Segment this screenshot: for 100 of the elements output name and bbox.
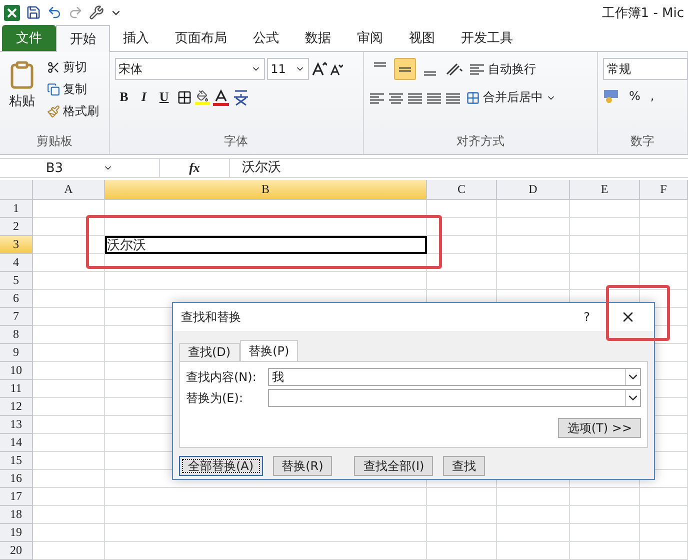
align-right-icon[interactable] [406, 90, 423, 104]
row-header[interactable]: 11 [0, 380, 33, 398]
table-cell [33, 524, 105, 542]
row-header[interactable]: 13 [0, 416, 33, 434]
row-header[interactable]: 20 [0, 542, 33, 560]
vertical-align-button[interactable] [394, 58, 416, 80]
column-header[interactable]: F [640, 180, 688, 200]
undo-icon[interactable] [47, 5, 62, 20]
row-header[interactable]: 12 [0, 398, 33, 416]
row-header[interactable]: 3 [0, 236, 33, 254]
ribbon-tab[interactable]: 插入 [110, 25, 162, 51]
row-header[interactable]: 5 [0, 272, 33, 290]
comma-button[interactable]: , [648, 88, 656, 104]
row-header[interactable]: 10 [0, 362, 33, 380]
font-size-field[interactable]: 11 [266, 58, 309, 80]
percent-button[interactable]: % [627, 88, 642, 104]
row-header[interactable]: 9 [0, 344, 33, 362]
table-cell [570, 218, 640, 236]
decrease-indent-icon[interactable] [426, 90, 442, 104]
ribbon-tab[interactable]: 开始 [56, 25, 110, 52]
group-label: 剪贴板 [35, 133, 74, 150]
table-cell [570, 524, 640, 542]
row-header[interactable]: 2 [0, 218, 33, 236]
dialog-tab[interactable]: 查找(D) [179, 343, 240, 361]
tools-icon[interactable] [89, 5, 104, 20]
font-name-field[interactable]: 宋体 [114, 58, 265, 80]
table-cell [570, 236, 640, 254]
table-cell [570, 254, 640, 272]
ribbon-tab[interactable]: 文件 [2, 25, 56, 51]
ribbon-tab[interactable]: 开发工具 [448, 25, 526, 51]
column-header[interactable]: B [105, 180, 427, 200]
column-header[interactable]: A [33, 180, 105, 200]
align-left-icon[interactable] [368, 90, 385, 104]
dialog-button[interactable]: 全部替换(A) [179, 456, 263, 476]
row-header[interactable]: 1 [0, 200, 33, 218]
table-cell [570, 506, 640, 524]
dialog-button[interactable]: 查找 [443, 456, 486, 476]
save-icon[interactable] [26, 5, 41, 20]
ribbon-tab[interactable]: 数据 [292, 25, 344, 51]
table-cell [640, 236, 688, 254]
row-header[interactable]: 15 [0, 452, 33, 470]
wrap-text-icon [468, 62, 485, 76]
dialog-tab[interactable]: 替换(P) [240, 340, 298, 361]
cut-button[interactable]: 剪切 [45, 58, 101, 77]
dialog-button[interactable]: 替换(R) [272, 456, 332, 476]
row-header[interactable]: 4 [0, 254, 33, 272]
format-painter-button[interactable]: 格式刷 [45, 102, 101, 121]
help-button[interactable]: ? [584, 310, 590, 324]
formula-field[interactable]: 沃尔沃 [230, 159, 688, 177]
input-field[interactable]: 我 [268, 368, 641, 386]
input-field[interactable] [268, 389, 641, 407]
row-header[interactable]: 14 [0, 434, 33, 452]
number-format-field[interactable]: 常规 [603, 58, 688, 80]
cut-icon [47, 61, 60, 74]
dropdown-icon[interactable] [625, 390, 640, 406]
dialog-button[interactable]: 查找全部(I) [354, 456, 434, 476]
row-header[interactable]: 16 [0, 470, 33, 488]
ribbon-tab[interactable]: 页面布局 [162, 25, 240, 51]
table-cell: 沃尔沃 [105, 236, 427, 254]
group-label: 对齐方式 [455, 133, 506, 150]
wrap-text-button[interactable]: 自动换行 [466, 60, 538, 78]
table-cell [570, 200, 640, 218]
row-header[interactable]: 8 [0, 326, 33, 344]
table-cell [33, 488, 105, 506]
fill-color-icon[interactable] [194, 90, 210, 104]
shrink-font-icon[interactable] [328, 62, 343, 76]
dropdown-icon[interactable] [625, 369, 640, 385]
highlight-frame [606, 285, 670, 341]
row-header[interactable]: 7 [0, 308, 33, 326]
column-header[interactable]: C [427, 180, 497, 200]
options-button[interactable]: 选项(T) >> [558, 418, 641, 438]
name-box[interactable]: B3 [0, 159, 160, 177]
align-center-icon[interactable] [388, 90, 404, 104]
table-cell [33, 470, 105, 488]
ribbon-tab[interactable]: 视图 [396, 25, 448, 51]
function-button[interactable]: fx [160, 159, 230, 177]
increase-indent-icon[interactable] [444, 90, 461, 104]
font-color-icon[interactable] [212, 88, 229, 106]
merge-center-button[interactable]: 合并后居中 [464, 88, 558, 107]
row-header[interactable]: 19 [0, 524, 33, 542]
row-header[interactable]: 6 [0, 290, 33, 308]
copy-button[interactable]: 复制 [45, 80, 101, 99]
column-header[interactable]: D [497, 180, 570, 200]
row-header[interactable]: 17 [0, 488, 33, 506]
font-style-button[interactable]: B [114, 88, 134, 106]
grow-font-icon[interactable] [310, 61, 327, 77]
borders-icon[interactable] [176, 90, 192, 104]
font-style-button[interactable]: U [154, 88, 174, 106]
row-header[interactable]: 18 [0, 506, 33, 524]
ribbon-tab[interactable]: 公式 [240, 25, 292, 51]
column-header[interactable]: E [570, 180, 640, 200]
paste-button[interactable]: 粘贴 [5, 58, 39, 133]
table-cell [640, 272, 688, 290]
ribbon-tab[interactable]: 审阅 [344, 25, 396, 51]
phonetic-icon[interactable] [232, 88, 250, 106]
orientation-icon[interactable] [444, 61, 464, 77]
table-cell [427, 506, 497, 524]
group-label: 数字 [630, 133, 656, 150]
font-style-button[interactable]: I [136, 88, 152, 106]
table-cell [33, 236, 105, 254]
